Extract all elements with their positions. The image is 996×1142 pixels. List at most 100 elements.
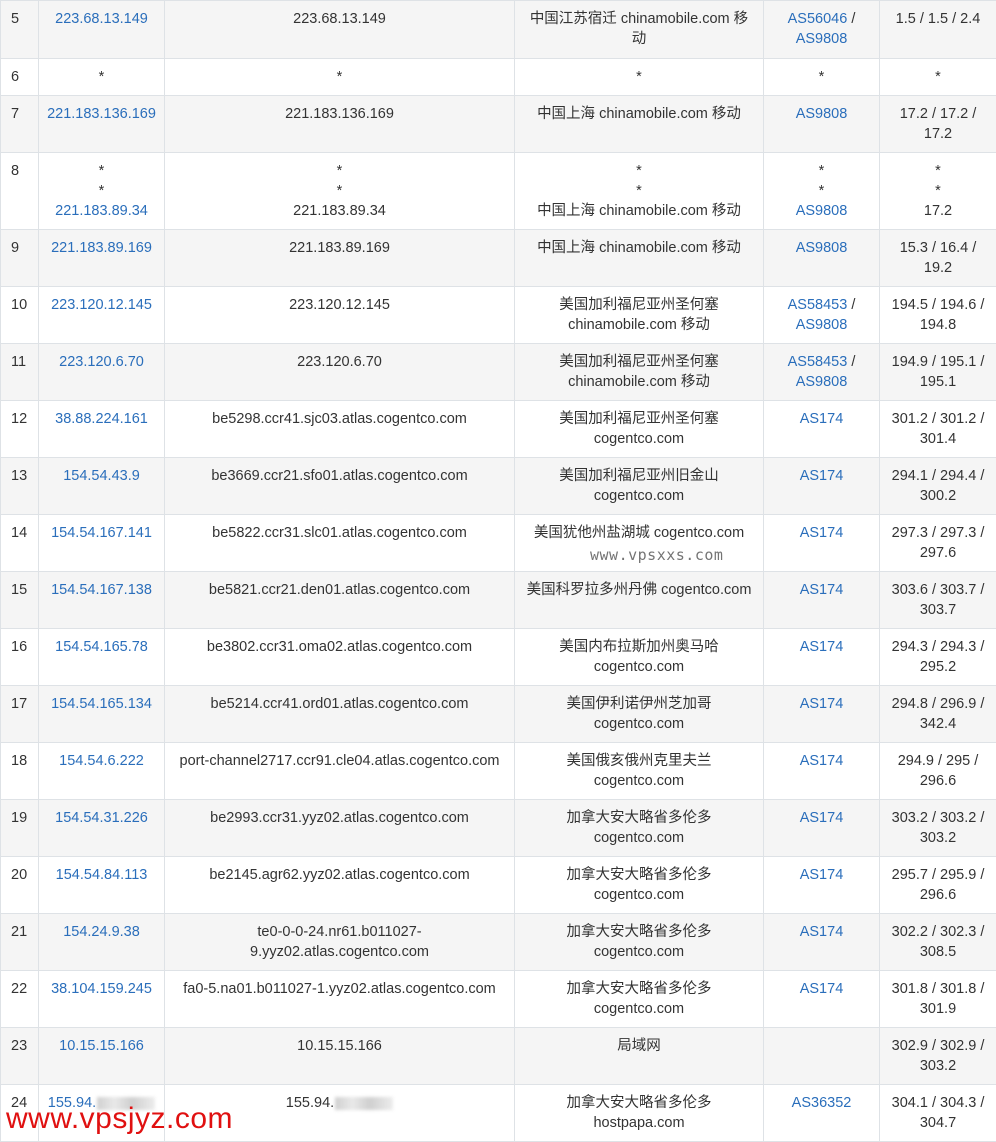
ip-cell: 154.54.165.134 (39, 686, 165, 743)
asn-link[interactable]: AS58453 (788, 297, 848, 313)
asn-cell: AS9808 (764, 230, 880, 287)
table-row: 16154.54.165.78be3802.ccr31.oma02.atlas.… (1, 629, 996, 686)
asn-link[interactable]: AS174 (800, 924, 844, 940)
geo-text: chinamobile.com 移动 (521, 315, 757, 335)
ip-star: * (45, 181, 158, 201)
asn-link[interactable]: AS174 (800, 468, 844, 484)
asn-link[interactable]: AS174 (800, 981, 844, 997)
latency-text: 296.6 (886, 771, 990, 791)
table-row: 9221.183.89.169221.183.89.169中国上海 chinam… (1, 230, 996, 287)
geo-cell: 加拿大安大略省多伦多cogentco.com (515, 914, 764, 971)
asn-link[interactable]: AS36352 (792, 1095, 852, 1111)
latency-text: 294.1 / 294.4 / (886, 466, 990, 486)
hop-number-text: 12 (11, 409, 32, 429)
hop-number: 19 (1, 800, 39, 857)
geo-text: * (521, 161, 757, 181)
hostname-text: be3802.ccr31.oma02.atlas.cogentco.com (171, 637, 508, 657)
hostname-text: be5298.ccr41.sjc03.atlas.cogentco.com (171, 409, 508, 429)
hostname-text: fa0-5.na01.b011027-1.yyz02.atlas.cogentc… (171, 979, 508, 999)
ip-cell: 154.54.31.226 (39, 800, 165, 857)
asn-link[interactable]: AS9808 (796, 374, 848, 390)
asn-link[interactable]: AS174 (800, 696, 844, 712)
hop-number: 13 (1, 458, 39, 515)
ip-link[interactable]: 38.104.159.245 (51, 981, 152, 997)
asn-link[interactable]: AS174 (800, 411, 844, 427)
geo-cell: 局域网 (515, 1028, 764, 1085)
asn-link[interactable]: AS56046 (788, 11, 848, 27)
ip-link[interactable]: 221.183.89.169 (51, 240, 152, 256)
asn-link[interactable]: AS9808 (796, 31, 848, 47)
hop-number: 12 (1, 401, 39, 458)
asn-link[interactable]: AS9808 (796, 240, 848, 256)
latency-text: 294.9 / 295 / (886, 751, 990, 771)
hostname-cell: 221.183.89.169 (165, 230, 515, 287)
latency-text: 304.7 (886, 1113, 990, 1133)
ip-link[interactable]: 154.54.167.141 (51, 525, 152, 541)
asn-link[interactable]: AS174 (800, 753, 844, 769)
hostname-text: 221.183.89.169 (171, 238, 508, 258)
asn-link[interactable]: AS174 (800, 639, 844, 655)
ip-cell: 154.54.43.9 (39, 458, 165, 515)
ip-link[interactable]: 223.120.12.145 (51, 297, 152, 313)
ip-link[interactable]: 154.54.31.226 (55, 810, 148, 826)
hostname-text: be5822.ccr31.slc01.atlas.cogentco.com (171, 523, 508, 543)
ip-link[interactable]: 38.88.224.161 (55, 411, 148, 427)
hostname-text: * (171, 181, 508, 201)
geo-text: 局域网 (521, 1036, 757, 1056)
asn-cell: AS174 (764, 458, 880, 515)
asn-cell: AS58453 /AS9808 (764, 344, 880, 401)
hop-number-text: 7 (11, 104, 32, 124)
asn-link[interactable]: AS174 (800, 582, 844, 598)
ip-link[interactable]: 223.120.6.70 (59, 354, 144, 370)
geo-text: hostpapa.com (521, 1113, 757, 1133)
asn-link[interactable]: AS9808 (796, 106, 848, 122)
hostname-cell: be2993.ccr31.yyz02.atlas.cogentco.com (165, 800, 515, 857)
latency-text: 300.2 (886, 486, 990, 506)
asn-cell: AS174 (764, 800, 880, 857)
asn-cell: AS174 (764, 401, 880, 458)
latency-cell: 301.8 / 301.8 /301.9 (880, 971, 996, 1028)
ip-link[interactable]: 154.54.167.138 (51, 582, 152, 598)
asn-link[interactable]: AS9808 (796, 203, 848, 219)
ip-link[interactable]: 154.54.165.134 (51, 696, 152, 712)
table-row: 12 38.88.224.161 be5298.ccr41.sjc03.atlas.… (1, 401, 996, 458)
hostname-text: be5214.ccr41.ord01.atlas.cogentco.com (171, 694, 508, 714)
hop-number: 23 (1, 1028, 39, 1085)
asn-cell: AS174 (764, 686, 880, 743)
hop-number: 18 (1, 743, 39, 800)
geo-cell: * (515, 59, 764, 96)
hostname-text: 223.120.12.145 (171, 295, 508, 315)
hostname-cell: te0-0-0-24.nr61.b011027-9.yyz02.atlas.co… (165, 914, 515, 971)
asn-link[interactable]: AS58453 (788, 354, 848, 370)
ip-cell: 223.68.13.149 (39, 1, 165, 59)
latency-text: 303.2 / 303.2 / (886, 808, 990, 828)
hop-number: 20 (1, 857, 39, 914)
geo-text: 加拿大安大略省多伦多 (521, 1093, 757, 1113)
ip-cell: 223.120.6.70 (39, 344, 165, 401)
asn-link[interactable]: AS174 (800, 867, 844, 883)
geo-text: 加拿大安大略省多伦多 (521, 865, 757, 885)
ip-link[interactable]: 154.54.43.9 (63, 468, 140, 484)
geo-cell: 中国上海 chinamobile.com 移动 (515, 96, 764, 153)
ip-link[interactable]: 221.183.136.169 (47, 106, 156, 122)
ip-link[interactable]: 223.68.13.149 (55, 11, 148, 27)
ip-link[interactable]: 10.15.15.166 (59, 1038, 144, 1054)
geo-text: 加拿大安大略省多伦多 (521, 922, 757, 942)
ip-link[interactable]: 154.54.84.113 (56, 867, 148, 883)
latency-cell: 294.8 / 296.9 /342.4 (880, 686, 996, 743)
latency-text: 19.2 (886, 258, 990, 278)
geo-text: 美国科罗拉多州丹佛 cogentco.com (521, 580, 757, 600)
ip-link[interactable]: 154.54.6.222 (59, 753, 144, 769)
latency-text: 195.1 (886, 372, 990, 392)
latency-text: 303.7 (886, 600, 990, 620)
asn-link[interactable]: AS9808 (796, 317, 848, 333)
hop-number-text: 8 (11, 161, 32, 181)
latency-text: 297.3 / 297.3 / (886, 523, 990, 543)
ip-link[interactable]: 154.54.165.78 (55, 639, 148, 655)
ip-link[interactable]: 221.183.89.34 (55, 203, 148, 219)
ip-link[interactable]: 154.24.9.38 (63, 924, 140, 940)
asn-link[interactable]: AS174 (800, 525, 844, 541)
asn-link[interactable]: AS174 (800, 810, 844, 826)
latency-cell: 301.2 / 301.2 /301.4 (880, 401, 996, 458)
hostname-cell: be5822.ccr31.slc01.atlas.cogentco.com (165, 515, 515, 572)
